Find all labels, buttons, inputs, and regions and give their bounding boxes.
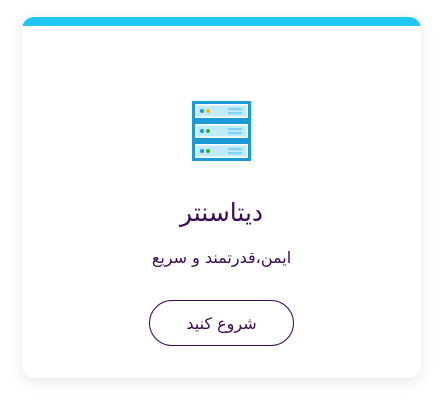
card-accent-bar (22, 17, 421, 26)
card-title: دیتاسنتر (179, 198, 264, 227)
get-started-button[interactable]: شروع کنید (149, 300, 294, 346)
datacenter-card: دیتاسنتر ایمن،قدرتمند و سریع شروع کنید (22, 17, 421, 378)
card-subtitle: ایمن،قدرتمند و سریع (151, 248, 292, 267)
server-rack-icon (192, 101, 251, 161)
